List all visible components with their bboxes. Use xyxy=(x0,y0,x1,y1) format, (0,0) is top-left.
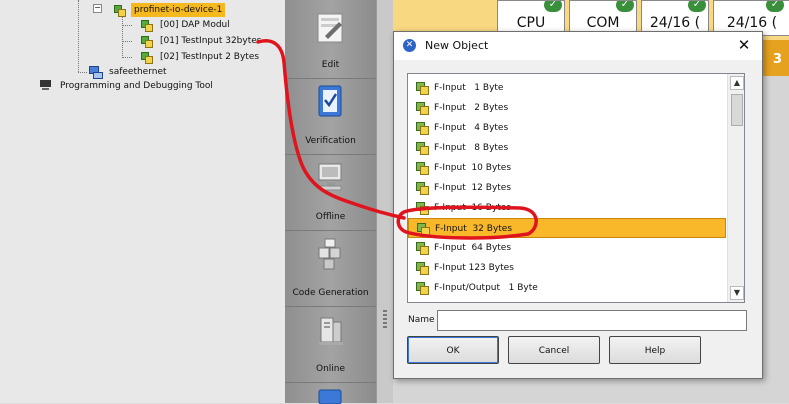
list-item[interactable]: F-Input 1 Byte xyxy=(408,78,726,98)
close-icon[interactable]: ✕ xyxy=(734,35,754,55)
module-icon xyxy=(140,35,153,48)
offline-button[interactable]: Offline xyxy=(285,154,376,231)
module-label: CPU xyxy=(516,15,546,31)
edit-label: Edit xyxy=(321,60,340,70)
tree-item-label: [02] TestInput 2 Bytes xyxy=(160,52,260,62)
list-item[interactable]: F-Input 32 Bytes xyxy=(408,218,726,238)
list-item[interactable]: F-Input 64 Bytes xyxy=(408,238,726,258)
scroll-up-icon[interactable]: ▲ xyxy=(730,76,744,90)
dialog-titlebar: ✕ New Object ✕ xyxy=(394,32,762,60)
module-icon xyxy=(415,301,429,302)
list-scrollbar[interactable]: ▲ ▼ xyxy=(727,74,744,302)
list-item-label: F-Input 8 Bytes xyxy=(434,143,509,153)
list-item[interactable]: F-Input 123 Bytes xyxy=(408,258,726,278)
list-item[interactable]: F-Input 16 Bytes xyxy=(408,198,726,218)
list-item-label: F-Input/Output 1 Byte xyxy=(434,283,538,293)
tree-item-label: [00] DAP Modul xyxy=(160,20,230,30)
module-icon xyxy=(415,81,429,95)
project-tree: − profinet-io-device-1 [00] DAP Modul [0… xyxy=(0,0,285,403)
slot-number: 3 xyxy=(773,52,783,67)
dialog-title: New Object xyxy=(425,39,489,52)
module-label: 24/16 ( xyxy=(726,15,778,31)
list-item-label: F-Input 12 Bytes xyxy=(434,183,512,193)
code-generation-icon xyxy=(318,238,341,270)
module-icon xyxy=(415,181,429,195)
list-item-label: F-Input 64 Bytes xyxy=(434,243,512,253)
verification-icon xyxy=(318,389,342,404)
list-item-label: F-Input 123 Bytes xyxy=(434,263,514,273)
computer-icon xyxy=(39,80,52,91)
name-field[interactable] xyxy=(437,310,747,331)
list-item-label: F-Input 4 Bytes xyxy=(434,123,509,133)
online-icon xyxy=(319,317,343,345)
cancel-button[interactable]: Cancel xyxy=(508,336,600,364)
online-button[interactable]: Online xyxy=(285,306,376,383)
offline-label: Offline xyxy=(315,212,346,222)
list-item[interactable]: F-Input 2 Bytes xyxy=(408,98,726,118)
tree-item-label: Programming and Debugging Tool xyxy=(60,81,213,91)
module-label: COM xyxy=(586,15,620,31)
panel-splitter[interactable] xyxy=(376,0,394,403)
module-icon xyxy=(415,121,429,135)
module-icon xyxy=(415,101,429,115)
module-icon xyxy=(415,241,429,255)
collapse-toggle[interactable]: − xyxy=(93,4,102,13)
list-item[interactable]: F-Input 4 Bytes xyxy=(408,118,726,138)
check-icon: ✓ xyxy=(688,1,706,12)
network-icon xyxy=(89,66,103,79)
device-icon xyxy=(113,4,126,17)
list-item[interactable]: F-Input 8 Bytes xyxy=(408,138,726,158)
check-icon: ✓ xyxy=(544,1,562,12)
module-icon xyxy=(140,19,153,32)
module-icon xyxy=(415,261,429,275)
list-item-label: F-Input 10 Bytes xyxy=(434,163,512,173)
action-toolbar: Edit Verification Offline Code Generatio… xyxy=(285,0,376,404)
list-item[interactable]: F-Input 12 Bytes xyxy=(408,178,726,198)
ok-button[interactable]: OK xyxy=(407,336,499,364)
edit-button[interactable]: Edit xyxy=(285,0,376,79)
name-label: Name xyxy=(408,315,435,325)
list-item-label: F-Input 2 Bytes xyxy=(434,103,509,113)
list-item-label: F-Input/Output 2 Bytes xyxy=(434,298,542,302)
list-item[interactable]: F-Input/Output 1 Byte xyxy=(408,278,726,298)
online-label: Online xyxy=(315,364,346,374)
check-icon: ✓ xyxy=(766,1,784,12)
module-label: 24/16 ( xyxy=(649,15,701,31)
edit-icon xyxy=(317,13,343,43)
toolbar-next-button[interactable] xyxy=(285,382,376,404)
app-icon: ✕ xyxy=(403,39,416,52)
module-icon xyxy=(415,161,429,175)
check-icon: ✓ xyxy=(616,1,634,12)
verification-button[interactable]: Verification xyxy=(285,78,376,155)
offline-icon xyxy=(318,163,342,191)
code-generation-label: Code Generation xyxy=(292,288,369,298)
scroll-thumb[interactable] xyxy=(731,94,743,126)
verification-label: Verification xyxy=(305,136,356,146)
list-item[interactable]: F-Input/Output 2 Bytes xyxy=(408,298,726,302)
code-generation-button[interactable]: Code Generation xyxy=(285,230,376,307)
module-icon xyxy=(415,281,429,295)
module-icon xyxy=(140,51,153,64)
tree-item-label: safeethernet xyxy=(109,67,167,77)
new-object-dialog: ✕ New Object ✕ F-Input 1 Byte F-Input 2 B… xyxy=(393,31,763,379)
verification-icon xyxy=(318,85,342,117)
tree-item-label: [01] TestInput 32bytes xyxy=(160,36,262,46)
object-type-list[interactable]: F-Input 1 Byte F-Input 2 Bytes F-Input 4 B… xyxy=(407,73,745,303)
list-item-label: F-Input 1 Byte xyxy=(434,83,504,93)
tree-item-label: profinet-io-device-1 xyxy=(131,3,226,17)
list-item[interactable]: F-Input 10 Bytes xyxy=(408,158,726,178)
module-icon xyxy=(415,201,429,215)
module-icon xyxy=(415,141,429,155)
help-button[interactable]: Help xyxy=(609,336,701,364)
list-item-label: F-Input 16 Bytes xyxy=(434,203,512,213)
splitter-grip[interactable] xyxy=(383,310,387,330)
module-icon xyxy=(416,222,430,236)
scroll-down-icon[interactable]: ▼ xyxy=(730,286,744,300)
list-item-label: F-Input 32 Bytes xyxy=(435,224,513,234)
